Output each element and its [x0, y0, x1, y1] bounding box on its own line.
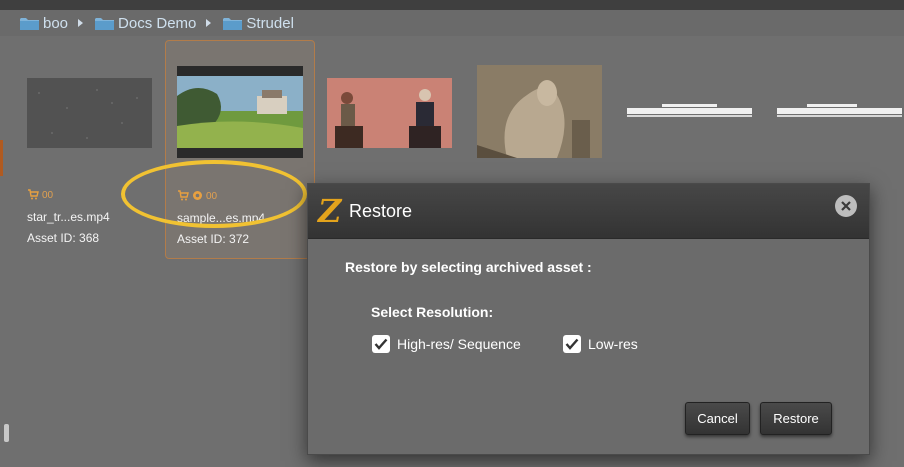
breadcrumb-item-boo[interactable]: boo	[20, 15, 68, 32]
asset-status-icons: 00	[27, 188, 53, 203]
option-label: High-res/ Sequence	[397, 336, 521, 352]
breadcrumb: boo Docs Demo Strudel	[0, 10, 904, 36]
folder-icon	[20, 17, 39, 30]
asset-thumbnail	[177, 66, 303, 158]
breadcrumb-label: Docs Demo	[118, 14, 197, 32]
low-res-checkbox[interactable]	[563, 335, 581, 353]
asset-waveform-thumbnail[interactable]	[627, 103, 752, 119]
dialog-header: Z Restore	[308, 184, 869, 239]
asset-id: Asset ID: 368	[27, 231, 100, 245]
folder-icon	[95, 17, 115, 30]
high-res-checkbox[interactable]	[372, 335, 390, 353]
option-low-res[interactable]: Low-res	[563, 335, 638, 353]
asset-id: Asset ID: 372	[177, 232, 250, 246]
breadcrumb-item-strudel[interactable]: Strudel	[223, 15, 294, 32]
cancel-button[interactable]: Cancel	[685, 402, 750, 435]
breadcrumb-item-docs-demo[interactable]: Docs Demo	[95, 15, 196, 32]
scrollbar-thumb[interactable]	[4, 424, 9, 442]
breadcrumb-separator-icon	[78, 19, 84, 27]
asset-tile[interactable]: 00 star_tr...es.mp4 Asset ID: 368	[20, 42, 160, 256]
option-label: Low-res	[588, 336, 638, 352]
archive-cart-icon	[27, 188, 39, 203]
breadcrumb-label: Strudel	[246, 14, 294, 32]
asset-thumbnail	[27, 78, 152, 148]
checkmark-icon	[565, 338, 579, 350]
restore-button[interactable]: Restore	[760, 402, 832, 435]
breadcrumb-separator-icon	[206, 19, 212, 27]
asset-name: star_tr...es.mp4	[27, 210, 110, 224]
asset-thumbnail[interactable]	[477, 65, 602, 158]
resolution-label: Select Resolution:	[371, 304, 494, 320]
app-logo: Z	[318, 192, 342, 230]
breadcrumb-label: boo	[43, 14, 69, 32]
app-top-bar	[0, 0, 904, 10]
restore-dialog: Z Restore Restore by selecting archived …	[307, 183, 870, 455]
asset-thumbnail[interactable]	[327, 78, 452, 148]
option-high-res[interactable]: High-res/ Sequence	[372, 335, 521, 353]
asset-waveform-thumbnail[interactable]	[777, 103, 902, 119]
checkmark-icon	[374, 338, 388, 350]
dialog-title: Restore	[349, 201, 413, 221]
left-panel-accent	[0, 140, 3, 176]
annotation-highlight-ellipse	[121, 160, 307, 228]
close-icon	[841, 199, 851, 214]
dialog-instruction: Restore by selecting archived asset :	[345, 259, 592, 275]
close-button[interactable]	[835, 195, 857, 217]
folder-icon	[223, 17, 243, 30]
asset-badge: 00	[42, 190, 54, 201]
